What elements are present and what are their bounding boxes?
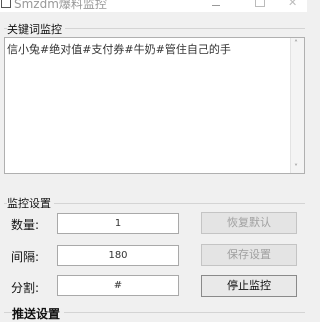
minimize-button[interactable] bbox=[200, 0, 230, 12]
quantity-label: 数量: bbox=[11, 218, 40, 232]
interval-label: 间隔: bbox=[11, 250, 40, 264]
scroll-up-icon[interactable]: ˄ bbox=[294, 39, 298, 48]
vertical-scrollbar[interactable]: ˄ ˅ bbox=[290, 38, 304, 173]
interval-input[interactable] bbox=[57, 245, 179, 266]
stop-monitor-button[interactable]: 停止监控 bbox=[201, 275, 297, 297]
title-bar[interactable]: Smzdm爆料监控 ✕ bbox=[0, 0, 307, 12]
keyword-textarea[interactable]: 信小兔#绝对值#支付券#牛奶#管住自己的手 ˄ ˅ bbox=[4, 37, 305, 174]
separator-input[interactable] bbox=[57, 275, 179, 296]
close-button[interactable]: ✕ bbox=[278, 0, 307, 12]
push-section-label: 推送设置 bbox=[12, 305, 65, 322]
window-title: Smzdm爆料监控 bbox=[14, 0, 107, 11]
monitor-section-label: 监控设置 bbox=[7, 195, 54, 211]
save-settings-button[interactable]: 保存设置 bbox=[201, 244, 297, 266]
keyword-section-label: 关键词监控 bbox=[7, 21, 65, 37]
quantity-input[interactable] bbox=[57, 213, 179, 234]
keyword-text: 信小兔#绝对值#支付券#牛奶#管住自己的手 bbox=[7, 43, 231, 56]
separator-label: 分割: bbox=[11, 281, 40, 295]
maximize-button[interactable] bbox=[245, 0, 275, 12]
app-icon bbox=[1, 0, 11, 8]
restore-default-button[interactable]: 恢复默认 bbox=[201, 212, 297, 234]
close-icon: ✕ bbox=[288, 0, 298, 9]
scroll-down-icon[interactable]: ˅ bbox=[294, 163, 298, 172]
